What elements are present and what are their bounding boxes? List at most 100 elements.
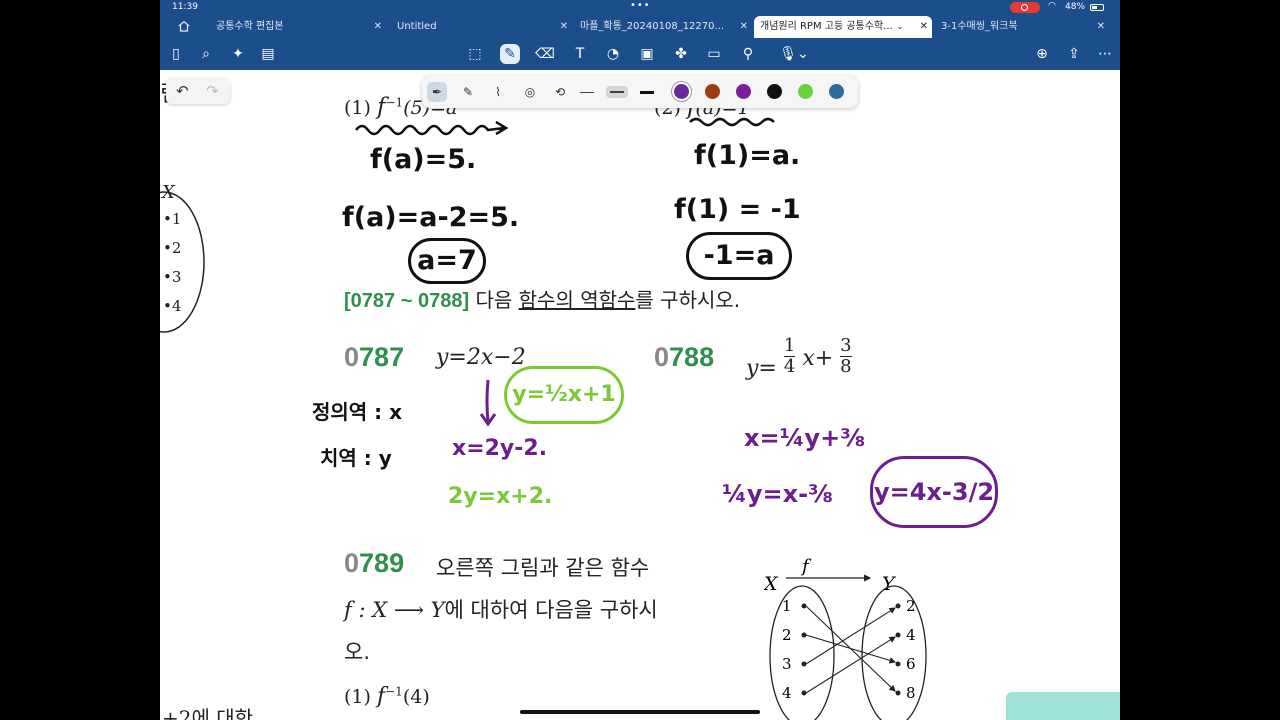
color-swatch-1[interactable] [705,84,720,99]
note-icon[interactable]: ▭ [704,44,724,64]
diagram-x-item: 4 [782,684,792,702]
pen-tool-lasso-icon[interactable]: ⟲ [550,82,570,102]
hw-down-arrow [479,379,497,427]
left-item: •2 [163,239,182,257]
hw-answer-circle: a=7 [408,238,486,284]
hw-right-2: f(1) = -1 [674,194,801,225]
pen-tool-ballpoint-icon[interactable]: ✎ [458,82,478,102]
mapping-diagram: f X Y 1 2 3 4 2 4 6 8 [764,556,927,720]
screen-record-icon[interactable] [1010,2,1040,13]
tab-4[interactable]: 3-1수매씽_워크북 ✕ [941,16,1109,38]
wavy-underline-2 [689,117,775,127]
problem-0787-expr: y=2x−2 [436,345,526,370]
diagram-x-label: X [764,573,779,595]
hw-0788-answer-circle: y=4x-3/2 [870,456,998,528]
home-indicator[interactable] [520,710,760,714]
section-header: [0787 ~ 0788] 다음 함수의 역함수를 구하시오. [344,288,741,312]
hw-0788-swap: x=¼y+⅜ [744,424,866,452]
tab-close-icon[interactable]: ✕ [374,16,382,38]
redo-icon[interactable]: ↷ [206,82,219,100]
problem-number-0787: 0787 [344,342,405,372]
add-page-icon[interactable]: ⊕ [1032,44,1052,64]
toolbar: ▯ ⌕ ✦ ▤ ⬚ ✎ ⌫ T ◔ ▣ ✤ ▭ ⚲ 🎙︎⌄ ⊕ ⇪ ⋯ [160,38,1120,70]
tab-close-icon[interactable]: ✕ [920,16,928,38]
magic-icon[interactable]: ✦ [228,44,248,64]
shapes-icon[interactable]: ◔ [603,44,623,64]
hw-line-2: f(a)=a-2=5. [342,202,520,233]
section-range: [0787 ~ 0788] [344,290,470,312]
tab-close-icon[interactable]: ✕ [1097,16,1105,38]
diagram-y-label: Y [882,573,897,595]
undo-icon[interactable]: ↶ [176,82,189,100]
status-time: 11:39 [172,2,198,12]
left-item: •4 [163,297,182,315]
problem-0789-sub-1: (1) f−1(4) [344,684,430,709]
tab-0[interactable]: 공통수학 편집본 ✕ [216,16,386,38]
home-icon[interactable] [178,20,190,32]
sticker-icon[interactable]: ✤ [671,44,691,64]
pen-tool-fountain-icon[interactable]: ✒ [427,82,447,102]
battery-icon [1090,4,1104,11]
share-icon[interactable]: ⇪ [1064,44,1084,64]
hw-right-answer-circle: -1=a [686,232,792,280]
tab-2[interactable]: 마플_확통_20240108_12270... ✕ [580,16,752,38]
stroke-width-medium[interactable] [606,86,628,98]
eraser-icon[interactable]: ⌫ [535,44,555,64]
sidebar-icon[interactable]: ▯ [166,44,186,64]
problem-0789-line-3: 오. [344,640,370,664]
tab-label: 개념원리 RPM 고등 공통수학... [760,21,893,32]
problem-number-0788: 0788 [654,342,715,372]
tab-close-icon[interactable]: ✕ [740,16,748,38]
tab-label: Untitled [397,21,437,32]
diagram-x-item: 2 [782,626,792,644]
diagram-x-item: 1 [782,597,792,615]
text-icon[interactable]: T [570,44,590,64]
color-swatch-2[interactable] [736,84,751,99]
tab-bar: 공통수학 편집본 ✕ Untitled ✕ 마플_확통_20240108_122… [160,16,1120,38]
hw-line-1: f(a)=5. [370,144,477,175]
lasso-icon[interactable]: ⬚ [465,44,485,64]
status-bar: 11:39 ••• ◠ 48% [160,0,1120,16]
battery-percent: 48% [1065,2,1086,12]
pen-tool-shape-icon[interactable]: ◎ [520,82,540,102]
tab-label: 3-1수매씽_워크북 [941,21,1018,32]
tab-1[interactable]: Untitled ✕ [397,16,572,38]
color-swatch-0[interactable] [674,84,689,99]
document-icon[interactable]: ▤ [258,44,278,64]
wavy-underline [355,120,509,136]
color-swatch-3[interactable] [767,84,782,99]
pen-tool-brush-icon[interactable]: ⌇ [488,82,508,102]
pen-palette: ✒ ✎ ⌇ ◎ ⟲ [422,76,858,108]
hw-0788-step: ¼y=x-⅜ [722,480,833,508]
search-icon[interactable]: ⌕ [196,44,216,64]
mic-icon[interactable]: 🎙︎⌄ [778,44,810,64]
image-icon[interactable]: ▣ [637,44,657,64]
laser-icon[interactable]: ⚲ [738,44,758,64]
document-page[interactable]: (1) f−1(5)=a (2) f(a)=1 f(a)=5. f(a)=a-2… [308,70,1120,720]
multitask-dots-icon[interactable]: ••• [630,0,651,11]
tab-label: 공통수학 편집본 [216,21,284,32]
pen-icon[interactable]: ✎ [500,44,520,64]
diagram-f-label: f [800,556,812,577]
diagram-map-arrow [805,634,897,664]
tab-close-icon[interactable]: ✕ [560,16,568,38]
problem-0789-line-1: 오른쪽 그림과 같은 함수 [436,556,650,580]
problem-0788-expr: y= 14 x+ 38 [746,335,852,381]
ipad-screen: 11:39 ••• ◠ 48% 공통수학 편집본 ✕ Untitled ✕ 마플… [160,0,1120,720]
diagram-map-arrow [805,636,896,694]
hw-0787-answer-circle: y=½x+1 [504,366,624,424]
more-icon[interactable]: ⋯ [1095,44,1115,64]
color-swatch-5[interactable] [829,84,844,99]
hw-range: 치역 : y [320,446,392,470]
left-page-pane: 림과 X •1 •2 •3 •4 +2에 대한 [160,70,309,720]
tab-3-active[interactable]: 개념원리 RPM 고등 공통수학... ⌄ ✕ [754,16,932,38]
diagram-map-arrow [805,607,896,665]
stroke-width-thin[interactable] [576,86,598,98]
stroke-width-thick[interactable] [636,86,658,98]
hw-0787-step: 2y=x+2. [448,484,553,509]
tab-label: 마플_확통_20240108_12270... [580,21,725,32]
problem-number-0789: 0789 [344,548,405,578]
chevron-down-icon[interactable]: ⌄ [897,22,904,31]
diagram-y-item: 6 [906,655,916,673]
color-swatch-4[interactable] [798,84,813,99]
